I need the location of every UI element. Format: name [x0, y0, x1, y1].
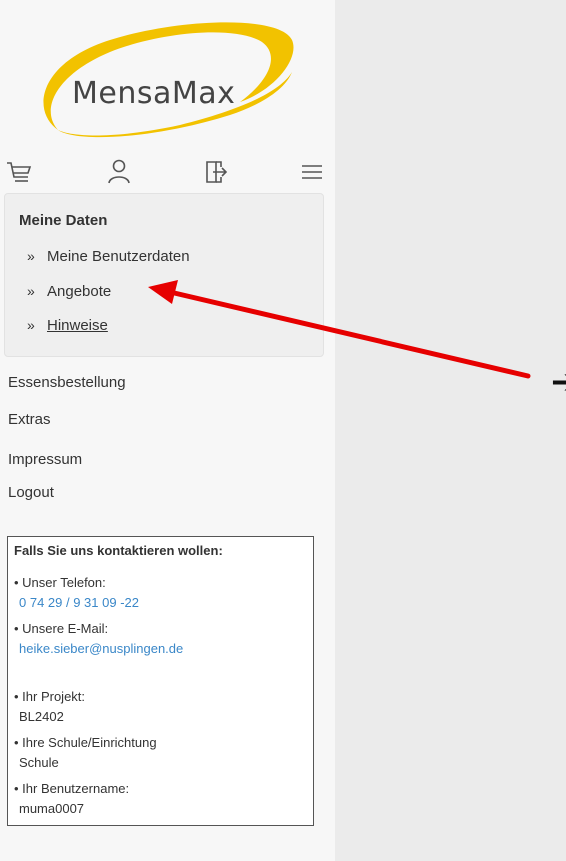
email-label: • Unsere E-Mail: [14, 621, 109, 636]
school-label: • Ihre Schule/Einrichtung [14, 735, 157, 750]
school-value: Schule [19, 755, 59, 770]
user-icon[interactable] [102, 155, 136, 189]
nav-item-logout[interactable]: Logout [8, 484, 54, 501]
cart-icon[interactable] [2, 155, 36, 189]
submenu-item-angebote[interactable]: » Angebote [27, 283, 111, 300]
sidebar: MensaMax Meine Daten » Meine Benutzerdat… [0, 0, 335, 861]
logout-door-icon[interactable] [198, 155, 232, 189]
raquo-icon: » [27, 283, 35, 299]
submenu-item-label: Hinweise [47, 317, 108, 334]
contact-box: Falls Sie uns kontaktieren wollen: • Uns… [7, 536, 314, 826]
email-link[interactable]: heike.sieber@nusplingen.de [19, 641, 183, 656]
hamburger-menu-icon[interactable] [296, 155, 330, 189]
nav-item-extras[interactable]: Extras [8, 411, 51, 428]
project-value: BL2402 [19, 709, 64, 724]
phone-label: • Unser Telefon: [14, 575, 106, 590]
raquo-icon: » [27, 317, 35, 333]
main-content-area [335, 0, 566, 861]
toolbar [0, 155, 335, 189]
submenu-item-hinweise[interactable]: » Hinweise [27, 317, 108, 334]
username-label: • Ihr Benutzername: [14, 781, 130, 796]
contact-title: Falls Sie uns kontaktieren wollen: [14, 543, 223, 558]
submenu-title: Meine Daten [19, 212, 108, 229]
submenu-item-label: Angebote [47, 283, 112, 300]
username-value: muma0007 [19, 801, 85, 816]
nav-item-impressum[interactable]: Impressum [8, 451, 82, 468]
raquo-icon: » [27, 248, 35, 264]
nav-item-essensbestellung[interactable]: Essensbestellung [8, 374, 126, 391]
black-arrow-icon: ➔ [551, 363, 566, 401]
submenu-item-label: Meine Benutzerdaten [47, 248, 190, 265]
project-label: • Ihr Projekt: [14, 689, 86, 704]
submenu-meine-daten: Meine Daten » Meine Benutzerdaten » Angebo… [4, 193, 324, 357]
phone-link[interactable]: 0 74 29 / 9 31 09 -22 [19, 595, 139, 610]
submenu-item-meine-benutzerdaten[interactable]: » Meine Benutzerdaten [27, 248, 190, 265]
logo-text: MensaMax [72, 76, 236, 111]
mensamax-logo[interactable]: MensaMax [30, 10, 300, 150]
